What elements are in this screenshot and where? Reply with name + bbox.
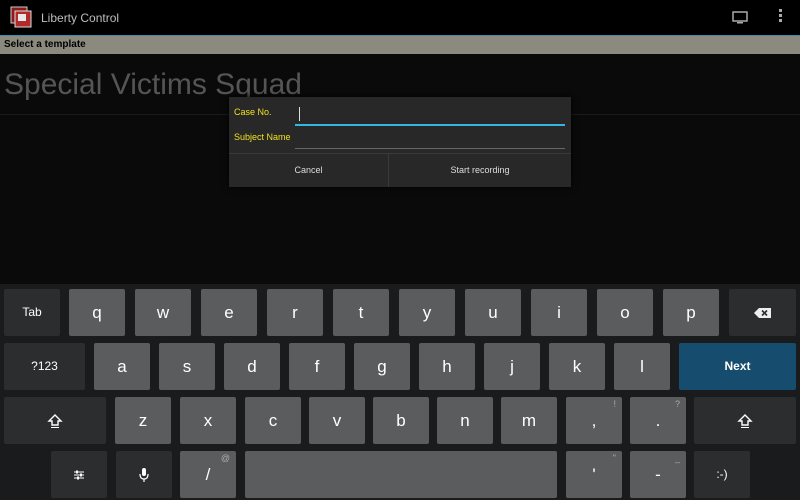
key-f[interactable]: f: [289, 343, 345, 390]
key-n[interactable]: n: [437, 397, 493, 444]
key-comma-hint: !: [613, 399, 616, 409]
key-comma-label: ,: [591, 411, 597, 430]
app-title: Liberty Control: [41, 11, 120, 25]
template-banner: Select a template: [0, 35, 800, 54]
key-u[interactable]: u: [465, 289, 521, 336]
key-a[interactable]: a: [94, 343, 150, 390]
key-i[interactable]: i: [531, 289, 587, 336]
case-dialog: Case No. Subject Name Cancel Start recor…: [229, 97, 571, 187]
overflow-menu-icon[interactable]: [776, 9, 784, 25]
key-dash-label: -: [655, 465, 661, 484]
tab-key[interactable]: Tab: [4, 289, 60, 336]
microphone-icon: [139, 467, 149, 482]
key-h[interactable]: h: [419, 343, 475, 390]
key-y[interactable]: y: [399, 289, 455, 336]
case-no-label: Case No.: [234, 107, 272, 117]
key-period-hint: ?: [674, 399, 680, 409]
key-apostrophe[interactable]: ' ": [566, 451, 622, 498]
microphone-key[interactable]: [116, 451, 172, 498]
subject-name-field[interactable]: [295, 127, 565, 149]
settings-sliders-icon: [74, 470, 84, 480]
start-recording-button[interactable]: Start recording: [389, 154, 571, 187]
key-s[interactable]: s: [159, 343, 215, 390]
space-key[interactable]: [245, 451, 557, 498]
backspace-icon: [753, 307, 771, 318]
subject-name-label: Subject Name: [234, 132, 291, 142]
key-o[interactable]: o: [597, 289, 653, 336]
next-key[interactable]: Next: [679, 343, 796, 390]
cancel-button[interactable]: Cancel: [229, 154, 388, 187]
banner-text: Select a template: [4, 39, 86, 50]
subject-underline: [295, 148, 565, 149]
key-d[interactable]: d: [224, 343, 280, 390]
shift-key-right[interactable]: [694, 397, 796, 444]
monitor-icon[interactable]: [732, 11, 748, 29]
text-cursor: [299, 107, 300, 121]
key-dash[interactable]: - _: [630, 451, 686, 498]
key-q[interactable]: q: [69, 289, 125, 336]
key-w[interactable]: w: [135, 289, 191, 336]
shift-icon: [47, 413, 63, 428]
key-apostrophe-label: ': [592, 465, 596, 484]
symbols-key[interactable]: ?123: [4, 343, 85, 390]
key-l[interactable]: l: [614, 343, 670, 390]
soft-keyboard: Tab q w e r t y u i o p ?123 a s d f g h…: [0, 284, 800, 500]
case-no-underline: [295, 124, 565, 126]
key-slash-label: /: [205, 465, 211, 484]
key-slash[interactable]: / @: [180, 451, 236, 498]
key-g[interactable]: g: [354, 343, 410, 390]
shift-key-left[interactable]: [4, 397, 106, 444]
key-apostrophe-hint: ": [612, 453, 616, 463]
key-slash-hint: @: [220, 453, 230, 463]
smiley-key[interactable]: :-): [694, 451, 750, 498]
key-v[interactable]: v: [309, 397, 365, 444]
key-j[interactable]: j: [484, 343, 540, 390]
key-period-label: .: [655, 411, 661, 430]
key-c[interactable]: c: [245, 397, 301, 444]
key-dash-hint: _: [674, 453, 680, 463]
app-logo-icon[interactable]: [8, 4, 36, 30]
key-p[interactable]: p: [663, 289, 719, 336]
key-e[interactable]: e: [201, 289, 257, 336]
key-m[interactable]: m: [501, 397, 557, 444]
key-r[interactable]: r: [267, 289, 323, 336]
key-b[interactable]: b: [373, 397, 429, 444]
shift-icon: [737, 413, 753, 428]
backspace-key[interactable]: [729, 289, 796, 336]
action-bar: Liberty Control: [0, 0, 800, 34]
key-z[interactable]: z: [115, 397, 171, 444]
key-t[interactable]: t: [333, 289, 389, 336]
case-no-field[interactable]: [295, 101, 565, 126]
settings-key[interactable]: [51, 451, 107, 498]
key-k[interactable]: k: [549, 343, 605, 390]
